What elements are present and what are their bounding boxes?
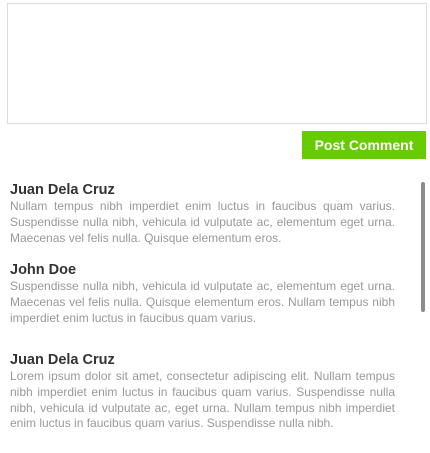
comment-item: John Doe Suspendisse nulla nibh, vehicul…	[10, 262, 395, 326]
comment-author: Juan Dela Cruz	[10, 352, 115, 368]
comment-author: John Doe	[10, 262, 77, 278]
comment-text: Lorem ipsum dolor sit amet, consectetur …	[10, 369, 395, 431]
comment-item: Juan Dela Cruz Nullam tempus nibh imperd…	[10, 182, 395, 246]
comment-item: Juan Dela Cruz Lorem ipsum dolor sit ame…	[10, 352, 395, 432]
comments-list[interactable]: Juan Dela Cruz Nullam tempus nibh imperd…	[10, 182, 395, 453]
comment-author: Juan Dela Cruz	[10, 182, 115, 198]
comment-text: Nullam tempus nibh imperdiet enim luctus…	[10, 199, 395, 245]
comments-scrollbar[interactable]	[421, 182, 425, 312]
post-comment-button[interactable]: Post Comment	[302, 131, 426, 159]
comment-text: Suspendisse nulla nibh, vehicula id vulp…	[10, 279, 395, 325]
comment-panel: Post Comment Juan Dela Cruz Nullam tempu…	[0, 0, 430, 453]
comment-textarea[interactable]	[7, 3, 427, 124]
